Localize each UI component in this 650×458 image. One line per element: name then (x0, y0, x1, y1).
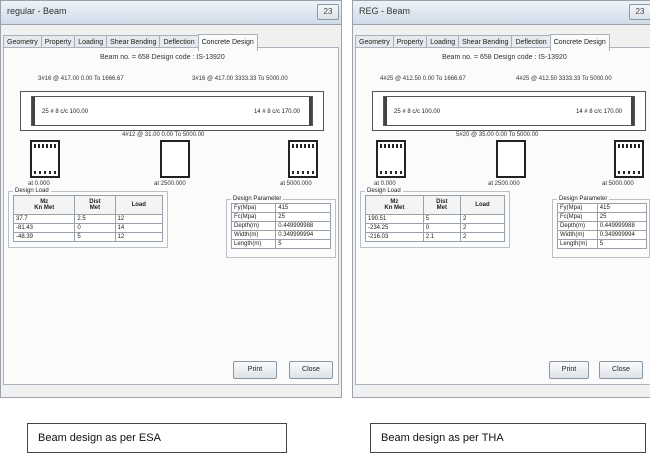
design-load-group: Design Load Mz Kn Met Dist Met Load 37.7 2… (8, 188, 168, 248)
cross-section-mid (496, 140, 526, 178)
column-header-mz: Mz Kn Met (365, 195, 424, 215)
design-header: Beam no. = 658 Design code : IS-13920 (100, 54, 225, 61)
table-row[interactable]: Length(m) 5 (557, 239, 648, 249)
column-header-dist: Dist Met (74, 195, 116, 215)
design-load-legend: Design Load (15, 188, 49, 194)
top-right-reinforcement-label: 4#25 @ 412.50 3333.33 To 5000.00 (516, 76, 612, 82)
caption-esa: Beam design as per ESA (27, 423, 287, 453)
cross-section-start (376, 140, 406, 178)
design-load-table: Mz Kn Met Dist Met Load 190.51 5 2 -234.25… (365, 195, 506, 242)
beam-left-support (32, 97, 35, 125)
window-titlebar[interactable]: regular - Beam 23 (1, 1, 341, 25)
window-titlebar[interactable]: REG - Beam 23 (353, 1, 650, 25)
section-label-start: at 0.000 (374, 181, 396, 187)
design-parameter-group: Design Parameter Fy(Mpa) 415 Fc(Mpa) 25 De… (226, 196, 336, 258)
column-header-mz: Mz Kn Met (12, 195, 76, 215)
window-title: REG - Beam (359, 6, 411, 16)
beam-outline: 25 # 8 c/c 100.00 14 # 8 c/c 170.00 (31, 96, 313, 126)
table-row[interactable]: Depth(m) 0.449999988 (557, 221, 648, 231)
table-row[interactable]: 190.51 5 2 (365, 214, 506, 224)
top-left-reinforcement-label: 4#25 @ 412.50 0.00 To 1666.67 (380, 76, 466, 82)
table-row[interactable]: -216.03 2.1 2 (365, 232, 506, 242)
close-button[interactable]: Close (599, 361, 643, 379)
beam-left-stirrup-label: 25 # 8 c/c 100.00 (394, 109, 441, 115)
tab-strip: Geometry Property Loading Shear Bending Defl… (355, 31, 610, 51)
table-row[interactable]: -81.43 0 14 (12, 223, 163, 233)
window-control-button[interactable]: 23 (317, 4, 339, 20)
beam-right-support (309, 97, 312, 125)
section-label-mid: at 2500.000 (154, 181, 186, 187)
top-right-reinforcement-label: 3#16 @ 417.00 3333.33 To 5000.00 (192, 76, 288, 82)
table-row[interactable]: Width(m) 0.349999994 (557, 230, 648, 240)
beam-right-support (631, 97, 634, 125)
column-header-load: Load (114, 195, 163, 215)
concrete-design-panel: Beam no. = 658 Design code : IS-13920 3#… (3, 47, 339, 385)
cross-section-end (614, 140, 644, 178)
beam-right-stirrup-label: 14 # 8 c/c 170.00 (575, 109, 622, 115)
section-label-start: at 0.000 (28, 181, 50, 187)
design-parameter-table: Fy(Mpa) 415 Fc(Mpa) 25 Depth(m) 0.449999988… (557, 203, 648, 249)
tab-concrete-design[interactable]: Concrete Design (549, 34, 610, 51)
section-label-end: at 5000.000 (602, 181, 634, 187)
design-load-table: Mz Kn Met Dist Met Load 37.7 2.5 12 -81.43… (12, 195, 163, 242)
tab-strip: Geometry Property Loading Shear Bending Defl… (3, 31, 258, 51)
beam-elevation-diagram: 25 # 8 c/c 100.00 14 # 8 c/c 170.00 (372, 91, 646, 131)
beam-left-support (384, 97, 387, 125)
table-row[interactable]: Fc(Mpa) 25 (230, 212, 331, 222)
window-title: regular - Beam (7, 6, 67, 16)
table-row[interactable]: Length(m) 5 (230, 239, 331, 249)
table-row[interactable]: Fy(Mpa) 415 (557, 203, 648, 213)
close-button[interactable]: Close (289, 361, 333, 379)
design-header: Beam no. = 658 Design code : IS-13920 (442, 54, 567, 61)
window-control-button[interactable]: 23 (629, 4, 650, 20)
cross-section-start (30, 140, 60, 178)
tab-concrete-design[interactable]: Concrete Design (197, 34, 258, 51)
design-load-legend: Design Load (367, 188, 401, 194)
column-header-dist: Dist Met (422, 195, 461, 215)
bottom-reinforcement-label: 4#12 @ 31.00 0.00 To 5000.00 (122, 132, 205, 138)
section-label-end: at 5000.000 (280, 181, 312, 187)
cross-section-end (288, 140, 318, 178)
tha-beam-window: REG - Beam 23 Geometry Property Loading She… (352, 0, 650, 398)
beam-right-stirrup-label: 14 # 8 c/c 170.00 (253, 109, 300, 115)
design-load-group: Design Load Mz Kn Met Dist Met Load 190.51… (360, 188, 510, 248)
design-parameter-table: Fy(Mpa) 415 Fc(Mpa) 25 Depth(m) 0.449999988… (230, 203, 331, 249)
table-row[interactable]: Fc(Mpa) 25 (557, 212, 648, 222)
print-button[interactable]: Print (233, 361, 277, 379)
beam-elevation-diagram: 25 # 8 c/c 100.00 14 # 8 c/c 170.00 (20, 91, 324, 131)
table-row[interactable]: 37.7 2.5 12 (12, 214, 163, 224)
print-button[interactable]: Print (549, 361, 589, 379)
top-left-reinforcement-label: 3#16 @ 417.00 0.00 To 1666.67 (38, 76, 124, 82)
table-row[interactable]: Depth(m) 0.449999988 (230, 221, 331, 231)
bottom-reinforcement-label: 5#20 @ 35.00 0.00 To 5000.00 (456, 132, 539, 138)
column-header-load: Load (459, 195, 506, 215)
design-parameter-legend: Design Parameter (233, 196, 282, 202)
table-row[interactable]: -48.39 5 12 (12, 232, 163, 242)
concrete-design-panel: Beam no. = 658 Design code : IS-13920 4#… (355, 47, 650, 385)
cross-section-mid (160, 140, 190, 178)
section-label-mid: at 2500.000 (488, 181, 520, 187)
design-parameter-group: Design Parameter Fy(Mpa) 415 Fc(Mpa) 25 De… (552, 196, 650, 258)
table-row[interactable]: Fy(Mpa) 415 (230, 203, 331, 213)
table-row[interactable]: Width(m) 0.349999994 (230, 230, 331, 240)
beam-outline: 25 # 8 c/c 100.00 14 # 8 c/c 170.00 (383, 96, 635, 126)
table-row[interactable]: -234.25 0 2 (365, 223, 506, 233)
design-parameter-legend: Design Parameter (559, 196, 608, 202)
esa-beam-window: regular - Beam 23 Geometry Property Loadin… (0, 0, 342, 398)
caption-tha: Beam design as per THA (370, 423, 646, 453)
beam-left-stirrup-label: 25 # 8 c/c 100.00 (42, 109, 89, 115)
